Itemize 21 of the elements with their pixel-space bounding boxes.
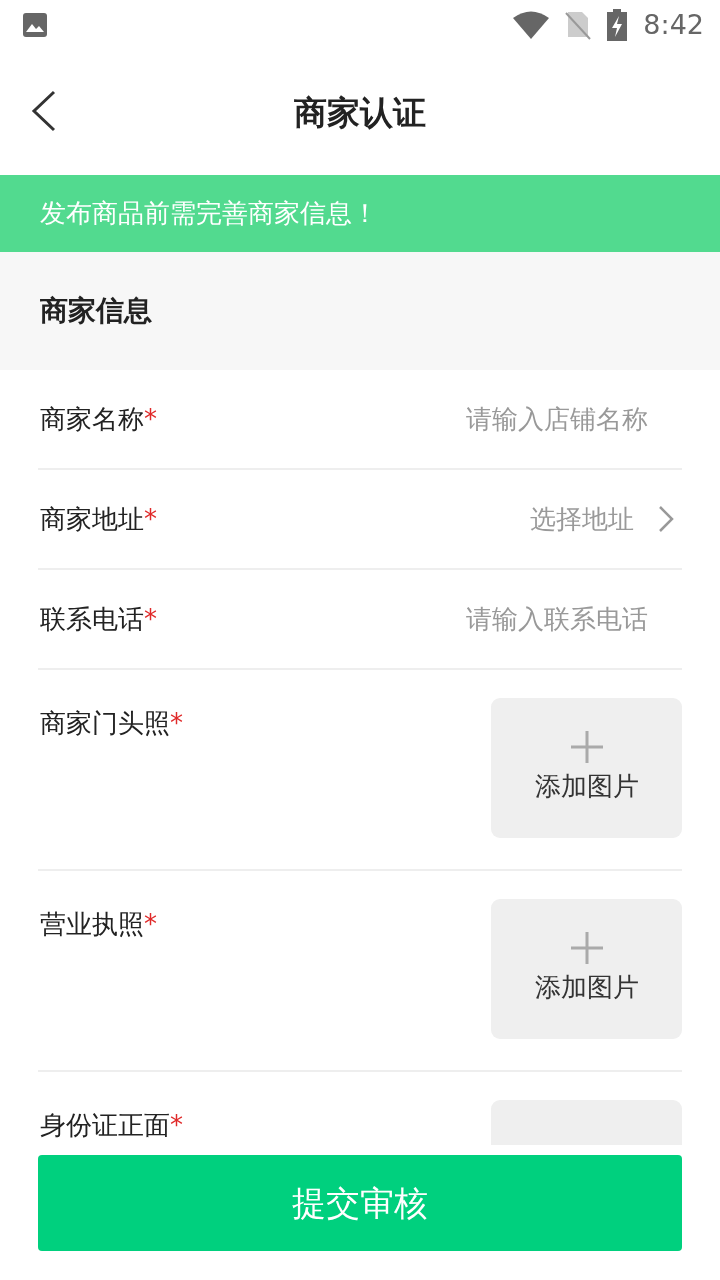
plus-icon [570, 931, 603, 964]
field-label: 身份证正面* [39, 1109, 183, 1142]
image-icon [22, 12, 48, 38]
battery-charging-icon [607, 9, 628, 41]
field-label: 商家名称* [39, 402, 157, 436]
input-field[interactable]: 请输入联系电话 [422, 599, 682, 639]
field-label: 商家地址* [39, 502, 157, 536]
field-label: 商家门头照* [39, 707, 183, 740]
input-field[interactable]: 请输入店铺名称 [422, 399, 682, 439]
field-label: 联系电话* [39, 602, 157, 636]
add-image-button[interactable]: 添加图片 [491, 698, 682, 838]
add-image-button[interactable]: 添加图片 [491, 899, 682, 1039]
page-title: 商家认证 [294, 92, 426, 133]
wifi-icon [513, 11, 550, 39]
field-label: 营业执照* [39, 908, 157, 941]
section-title: 商家信息 [40, 293, 152, 329]
clock-time: 8:42 [643, 7, 704, 42]
chevron-right-icon [658, 505, 674, 533]
no-sim-icon [565, 10, 592, 40]
plus-icon [570, 730, 603, 763]
notice-text: 发布商品前需完善商家信息！ [40, 197, 378, 230]
